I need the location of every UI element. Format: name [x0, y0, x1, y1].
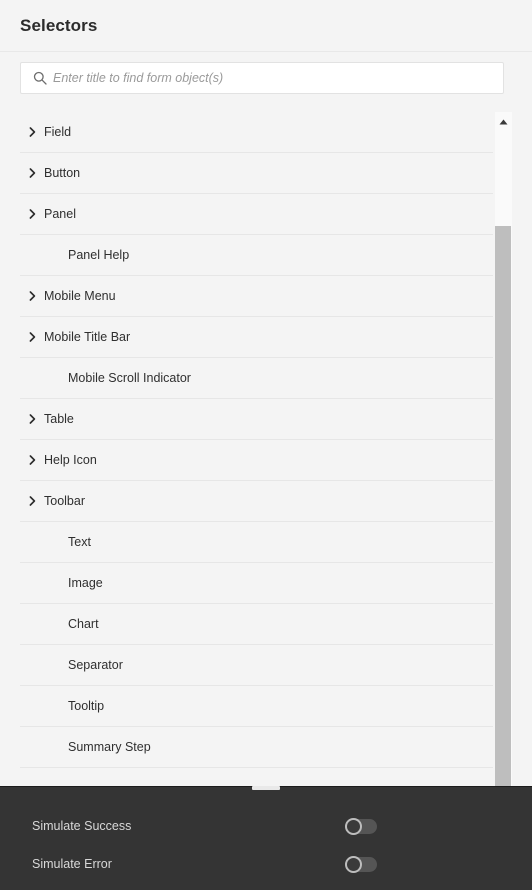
chevron-right-icon[interactable]: [20, 496, 44, 506]
search-icon: [27, 64, 53, 92]
list-item[interactable]: Mobile Menu: [20, 276, 493, 317]
list-item[interactable]: Separator: [20, 645, 493, 686]
list-item-label: Mobile Title Bar: [44, 330, 131, 344]
chevron-right-icon[interactable]: [20, 168, 44, 178]
selectors-panel: Selectors Field Button Panel Panel Help Mobi…: [0, 0, 532, 786]
list-item[interactable]: Chart: [20, 604, 493, 645]
chevron-right-icon[interactable]: [20, 455, 44, 465]
list-item[interactable]: Tooltip: [20, 686, 493, 727]
simulate-row-label: Simulate Error: [32, 857, 112, 871]
list-item[interactable]: Summary Step: [20, 727, 493, 768]
toggle-knob: [345, 817, 362, 835]
list-item-label: Tooltip: [68, 699, 105, 713]
list-item-label: Help Icon: [44, 453, 97, 467]
chevron-right-icon[interactable]: [20, 414, 44, 424]
search-box[interactable]: [20, 62, 504, 94]
toggle-knob: [345, 855, 362, 873]
simulate-row: Simulate Success: [0, 807, 532, 845]
list-item-label: Panel Help: [68, 248, 130, 262]
caret-up-icon[interactable]: [495, 115, 512, 129]
list-item-label: Toolbar: [44, 494, 85, 508]
list-item[interactable]: Mobile Title Bar: [20, 317, 493, 358]
list-item[interactable]: Text: [20, 522, 493, 563]
list-item-label: Text: [68, 535, 91, 549]
list-item-label: Button: [44, 166, 81, 180]
panel-header: Selectors: [0, 0, 532, 52]
list-item-label: Separator: [68, 658, 123, 672]
list-item-label: Table: [44, 412, 74, 426]
list-item[interactable]: Panel Help: [20, 235, 493, 276]
list-item-label: Chart: [68, 617, 99, 631]
list-item[interactable]: Help Icon: [20, 440, 493, 481]
list-item[interactable]: Toolbar: [20, 481, 493, 522]
list-item-label: Image: [68, 576, 103, 590]
simulate-row-label: Simulate Success: [32, 819, 132, 833]
list-item[interactable]: Panel: [20, 194, 493, 235]
page-title: Selectors: [20, 15, 98, 35]
list-item-label: Summary Step: [68, 740, 151, 754]
chevron-right-icon[interactable]: [20, 127, 44, 137]
toggle-switch[interactable]: [345, 817, 377, 835]
simulate-panel: Simulate Success Simulate Error: [0, 786, 532, 890]
selectors-list-area: Field Button Panel Panel Help Mobile Menu Mob…: [0, 112, 532, 786]
list-item[interactable]: Field: [20, 112, 493, 153]
list-item[interactable]: Mobile Scroll Indicator: [20, 358, 493, 399]
chevron-right-icon[interactable]: [20, 209, 44, 219]
list-item-label: Panel: [44, 207, 76, 221]
simulate-rows: Simulate Success Simulate Error: [0, 807, 532, 883]
selectors-list: Field Button Panel Panel Help Mobile Menu Mob…: [20, 112, 493, 786]
list-item[interactable]: Table: [20, 399, 493, 440]
scrollbar-thumb[interactable]: [495, 226, 511, 786]
list-item-label: Mobile Scroll Indicator: [68, 371, 191, 385]
chevron-right-icon[interactable]: [20, 332, 44, 342]
simulate-row: Simulate Error: [0, 845, 532, 883]
chevron-right-icon[interactable]: [20, 291, 44, 301]
search-container: [0, 52, 532, 104]
list-item-label: Mobile Menu: [44, 289, 116, 303]
toggle-switch[interactable]: [345, 855, 377, 873]
list-item[interactable]: Button: [20, 153, 493, 194]
list-scrollbar[interactable]: [495, 112, 512, 786]
list-item[interactable]: Image: [20, 563, 493, 604]
list-item-label: Field: [44, 125, 72, 139]
search-input[interactable]: [53, 65, 503, 91]
panel-drag-handle[interactable]: [252, 786, 280, 790]
